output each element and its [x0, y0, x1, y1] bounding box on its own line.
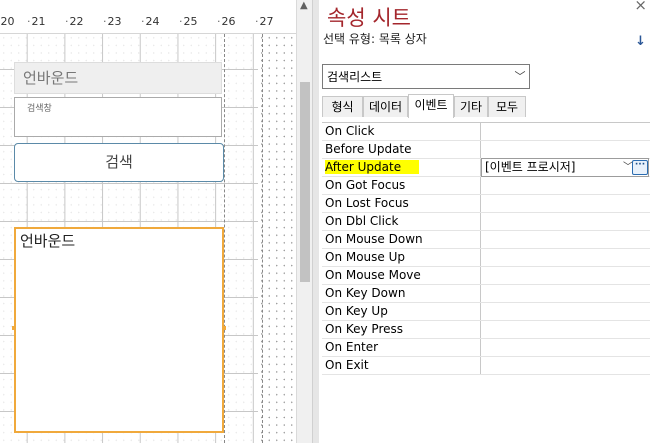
property-row[interactable]: On Dbl Click [322, 213, 650, 231]
property-row[interactable]: On Exit [322, 357, 650, 375]
sort-icon-glyph: ↓ [635, 34, 646, 49]
form-design-area[interactable]: 20 21 22 23 24 25 26 27 언바운드 검색창 검색 언바운드 [0, 0, 296, 443]
property-value[interactable] [482, 267, 648, 284]
unbound-listbox-selected[interactable]: 언바운드 [14, 227, 224, 433]
form-edge-guide [262, 34, 263, 443]
unbound-textbox-top[interactable]: 언바운드 [14, 62, 222, 94]
highlighted-text: After Update [325, 160, 420, 174]
sort-icon[interactable]: ↓ [635, 34, 646, 49]
horizontal-ruler: 20 21 22 23 24 25 26 27 [0, 0, 296, 34]
property-row[interactable]: On Key Down [322, 285, 650, 303]
property-name: On Mouse Down [322, 231, 481, 248]
property-value[interactable] [482, 123, 648, 140]
property-value[interactable] [482, 357, 648, 374]
search-textbox[interactable]: 검색창 [14, 97, 222, 137]
tab-format[interactable]: 형식 [322, 96, 363, 117]
scrollbar-thumb[interactable] [300, 82, 310, 282]
object-selector-combobox[interactable]: 검색리스트 ﹀ [322, 64, 530, 89]
property-row[interactable]: On Click [322, 123, 650, 141]
property-row[interactable]: On Key Up [322, 303, 650, 321]
property-value[interactable] [482, 285, 648, 302]
tab-all[interactable]: 모두 [488, 96, 526, 117]
property-name: On Exit [322, 357, 481, 374]
property-value-event-procedure[interactable]: [이벤트 프로시저] ﹀ ··· [481, 158, 649, 177]
property-name: On Dbl Click [322, 213, 481, 230]
property-value[interactable] [482, 195, 648, 212]
property-name-highlighted: After Update [322, 159, 481, 176]
selection-type-label: 선택 유형: 목록 상자 [323, 32, 427, 46]
unbound-listbox-label: 언바운드 [20, 232, 76, 250]
scroll-up-icon[interactable]: ▲ [300, 0, 308, 11]
builder-ellipsis-icon[interactable]: ··· [632, 160, 648, 175]
property-grid: On Click Before Update After Update [이벤트… [322, 122, 650, 375]
property-row[interactable]: On Enter [322, 339, 650, 357]
property-value[interactable] [482, 321, 648, 338]
property-row[interactable]: On Mouse Up [322, 249, 650, 267]
ruler-tick: 20 [0, 15, 15, 28]
property-name: On Got Focus [322, 177, 481, 194]
property-name: On Enter [322, 339, 481, 356]
property-row[interactable]: On Lost Focus [322, 195, 650, 213]
property-name: On Key Press [322, 321, 481, 338]
tab-data[interactable]: 데이터 [363, 96, 408, 117]
property-sheet: 속성 시트 × 선택 유형: 목록 상자 ↓ 검색리스트 ﹀ 형식 데이터 이벤… [319, 0, 651, 443]
chevron-down-icon[interactable]: ﹀ [513, 67, 527, 86]
property-name: On Mouse Up [322, 249, 481, 266]
event-procedure-text: [이벤트 프로시저] [485, 160, 576, 174]
ruler-tick: 27 [255, 15, 274, 28]
property-value[interactable] [482, 213, 648, 230]
resize-handle[interactable] [12, 326, 16, 330]
ruler-tick: 26 [217, 15, 236, 28]
ruler-tick: 25 [179, 15, 198, 28]
property-row[interactable]: On Got Focus [322, 177, 650, 195]
property-sheet-title: 속성 시트 [327, 6, 411, 30]
property-value[interactable] [482, 249, 648, 266]
ruler-tick: 22 [65, 15, 84, 28]
search-button[interactable]: 검색 [14, 143, 224, 182]
resize-handle[interactable] [222, 326, 226, 330]
object-selector-value: 검색리스트 [327, 70, 383, 84]
property-row-after-update[interactable]: After Update [이벤트 프로시저] ﹀ ··· [322, 158, 650, 177]
property-row[interactable]: On Mouse Move [322, 267, 650, 285]
property-value[interactable] [482, 231, 648, 248]
ruler-tick: 21 [27, 15, 46, 28]
property-value[interactable] [482, 141, 648, 158]
property-name: On Key Down [322, 285, 481, 302]
property-name: On Click [322, 123, 481, 140]
property-row[interactable]: On Mouse Down [322, 231, 650, 249]
tab-other[interactable]: 기타 [454, 96, 488, 117]
ruler-tick: 23 [103, 15, 122, 28]
tab-event[interactable]: 이벤트 [408, 94, 454, 118]
property-value[interactable] [482, 303, 648, 320]
search-label: 검색창 [27, 104, 52, 114]
property-value[interactable] [482, 177, 648, 194]
property-name: On Mouse Move [322, 267, 481, 284]
property-value[interactable] [482, 339, 648, 356]
property-row[interactable]: Before Update [322, 141, 650, 159]
property-row[interactable]: On Key Press [322, 321, 650, 339]
close-icon[interactable]: × [634, 0, 647, 14]
ruler-tick: 24 [141, 15, 160, 28]
form-width-guide [224, 34, 225, 443]
property-name: On Lost Focus [322, 195, 481, 212]
property-name: Before Update [322, 141, 481, 158]
property-name: On Key Up [322, 303, 481, 320]
design-grid-margin [258, 34, 296, 443]
vertical-scrollbar[interactable]: ▲ [296, 0, 313, 443]
